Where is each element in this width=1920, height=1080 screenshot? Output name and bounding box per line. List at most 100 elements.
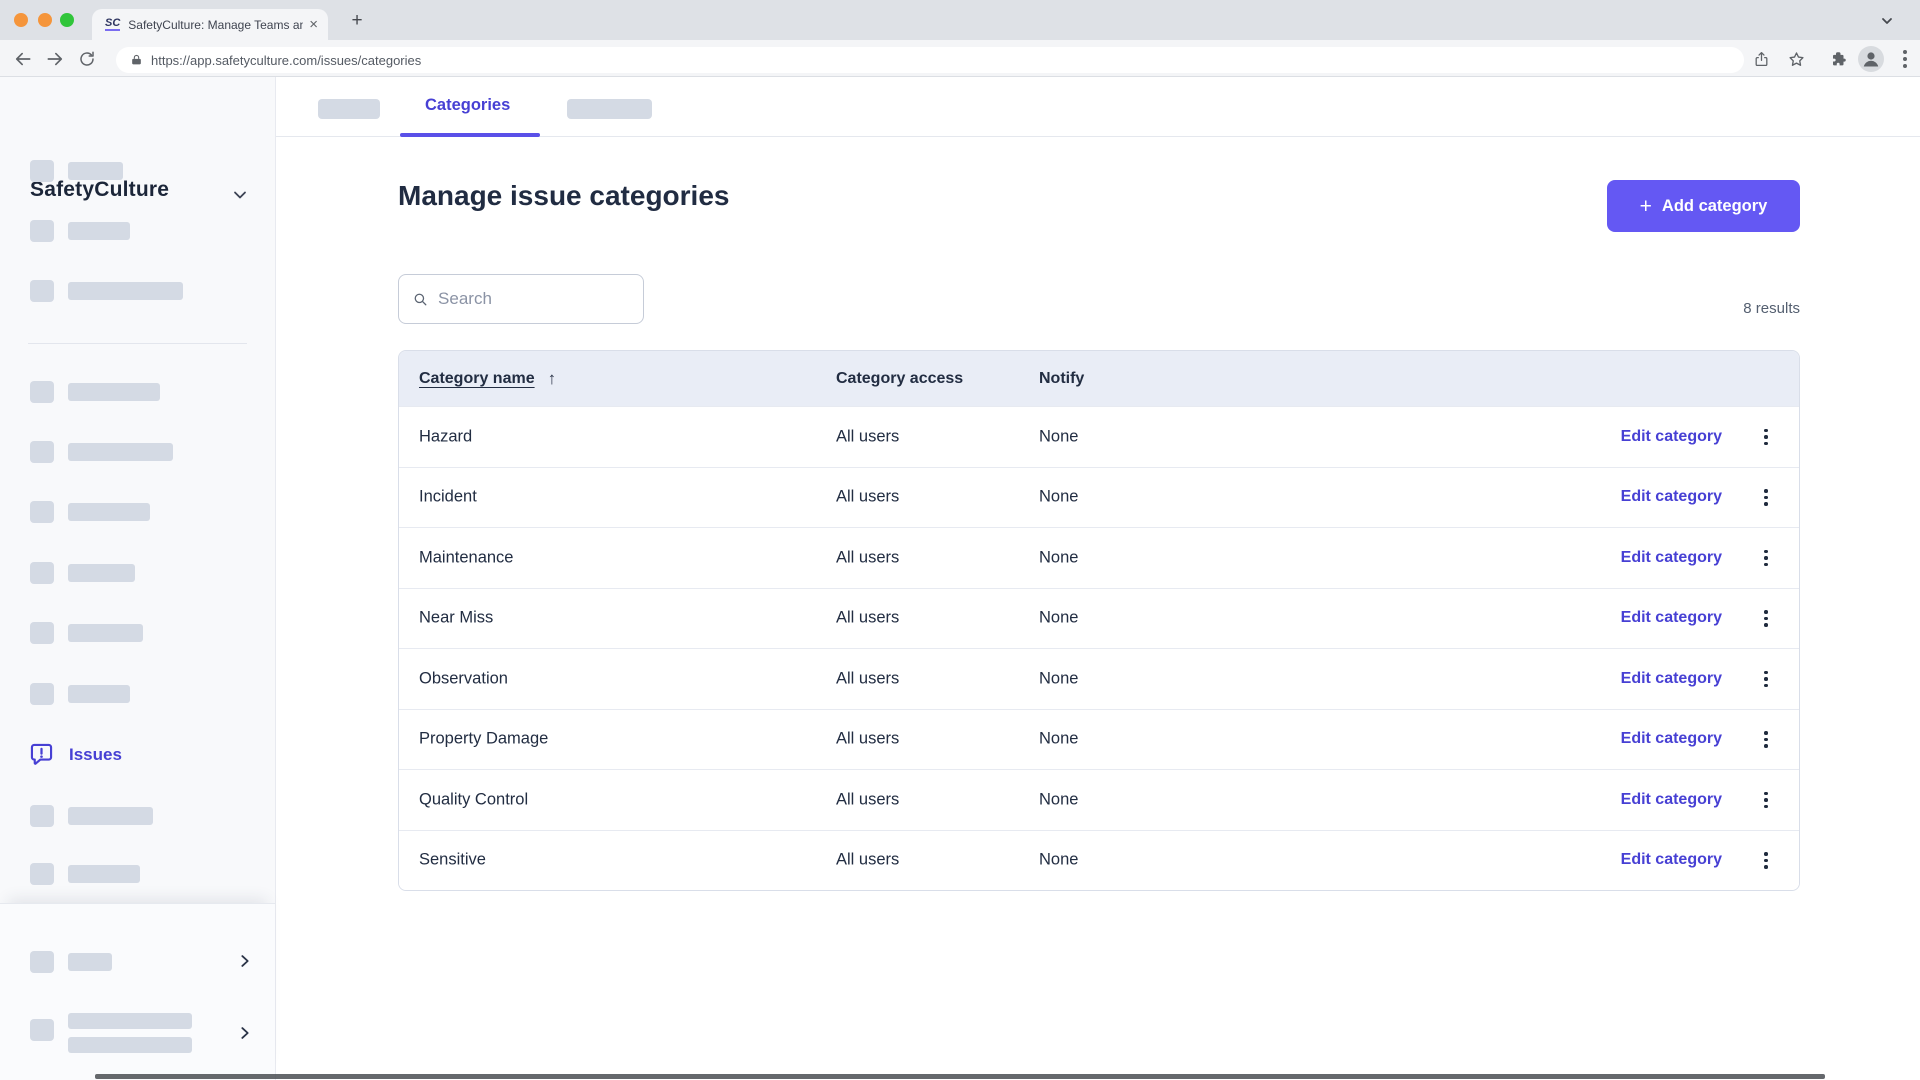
edit-category-link[interactable]: Edit category xyxy=(1621,670,1722,688)
skeleton-label xyxy=(68,383,160,401)
category-name-cell: Property Damage xyxy=(419,730,548,749)
search-input[interactable] xyxy=(438,289,629,309)
sort-ascending-arrow-icon[interactable]: ↑ xyxy=(548,369,557,389)
row-kebab-menu-icon[interactable] xyxy=(1754,483,1778,511)
sidebar: SafetyCulture Iss xyxy=(0,77,276,1080)
forward-icon[interactable] xyxy=(42,46,68,72)
row-kebab-menu-icon[interactable] xyxy=(1754,846,1778,874)
chevron-right-icon[interactable] xyxy=(236,1024,254,1042)
search-icon xyxy=(413,291,428,308)
row-kebab-menu-icon[interactable] xyxy=(1754,665,1778,693)
screen: SC SafetyCulture: Manage Teams and ... ×… xyxy=(0,0,1920,1080)
category-access-cell: All users xyxy=(836,730,899,749)
browser-tab[interactable]: SC SafetyCulture: Manage Teams and ... × xyxy=(92,9,328,40)
share-icon[interactable] xyxy=(1748,46,1774,72)
lock-icon xyxy=(130,53,143,67)
extensions-puzzle-icon[interactable] xyxy=(1826,46,1852,72)
tab-close-icon[interactable]: × xyxy=(309,16,318,33)
skeleton-icon xyxy=(30,220,54,242)
row-kebab-menu-icon[interactable] xyxy=(1754,423,1778,451)
edit-category-link[interactable]: Edit category xyxy=(1621,488,1722,506)
skeleton-label xyxy=(68,503,150,521)
tab-search-chevron-icon[interactable] xyxy=(1876,10,1898,32)
page-title: Manage issue categories xyxy=(398,180,729,212)
edit-category-link[interactable]: Edit category xyxy=(1621,851,1722,869)
bookmark-star-icon[interactable] xyxy=(1783,46,1809,72)
tab-categories[interactable]: Categories xyxy=(425,96,510,115)
row-kebab-menu-icon[interactable] xyxy=(1754,725,1778,753)
skeleton-icon xyxy=(30,381,54,403)
active-tab-underline xyxy=(400,133,540,137)
traffic-light-close-icon[interactable] xyxy=(14,13,28,27)
org-chevron-down-icon[interactable] xyxy=(230,185,250,205)
row-kebab-menu-icon[interactable] xyxy=(1754,544,1778,572)
skeleton-label xyxy=(68,624,143,642)
skeleton-icon xyxy=(30,683,54,705)
skeleton-label xyxy=(68,222,130,240)
table-row: Sensitive All users None Edit category xyxy=(399,830,1799,891)
notify-cell: None xyxy=(1039,851,1078,870)
table-row: Property Damage All users None Edit cate… xyxy=(399,709,1799,770)
category-access-cell: All users xyxy=(836,609,899,628)
skeleton-label xyxy=(68,443,173,461)
skeleton-tab[interactable] xyxy=(318,99,380,119)
row-kebab-menu-icon[interactable] xyxy=(1754,604,1778,632)
category-access-cell: All users xyxy=(836,548,899,567)
skeleton-icon xyxy=(30,501,54,523)
new-tab-button[interactable]: + xyxy=(344,8,370,34)
browser-tab-strip: SC SafetyCulture: Manage Teams and ... ×… xyxy=(0,0,1920,40)
skeleton-icon xyxy=(30,1019,54,1041)
bottom-edge-bar xyxy=(95,1074,1825,1079)
skeleton-label xyxy=(68,1013,192,1029)
table-body: Hazard All users None Edit category Inci… xyxy=(399,406,1799,890)
chevron-right-icon[interactable] xyxy=(236,952,254,970)
notify-cell: None xyxy=(1039,427,1078,446)
table-row: Maintenance All users None Edit category xyxy=(399,527,1799,588)
column-header-category-name[interactable]: Category name ↑ xyxy=(419,369,556,389)
skeleton-icon xyxy=(30,863,54,885)
edit-category-link[interactable]: Edit category xyxy=(1621,730,1722,748)
notify-cell: None xyxy=(1039,488,1078,507)
skeleton-icon xyxy=(30,280,54,302)
search-box[interactable] xyxy=(398,274,644,324)
issues-tab-bar: Categories xyxy=(276,77,1920,137)
column-header-category-access[interactable]: Category access xyxy=(836,370,963,388)
edit-category-link[interactable]: Edit category xyxy=(1621,549,1722,567)
traffic-light-minimize-icon[interactable] xyxy=(38,13,52,27)
add-category-button[interactable]: + Add category xyxy=(1607,180,1800,232)
address-bar[interactable]: https://app.safetyculture.com/issues/cat… xyxy=(116,47,1744,73)
category-name-cell: Quality Control xyxy=(419,790,528,809)
row-kebab-menu-icon[interactable] xyxy=(1754,786,1778,814)
category-name-cell: Hazard xyxy=(419,427,472,446)
column-header-notify[interactable]: Notify xyxy=(1039,370,1084,388)
notify-cell: None xyxy=(1039,730,1078,749)
category-name-cell: Near Miss xyxy=(419,609,493,628)
skeleton-label xyxy=(68,564,135,582)
issues-bubble-icon xyxy=(28,741,55,768)
skeleton-tab[interactable] xyxy=(567,99,652,119)
category-access-cell: All users xyxy=(836,669,899,688)
browser-menu-kebab-icon[interactable] xyxy=(1892,46,1918,72)
categories-table: Category name ↑ Category access Notify H… xyxy=(398,350,1800,891)
edit-category-link[interactable]: Edit category xyxy=(1621,428,1722,446)
category-access-cell: All users xyxy=(836,427,899,446)
notify-cell: None xyxy=(1039,548,1078,567)
skeleton-label xyxy=(68,1037,192,1053)
browser-avatar[interactable] xyxy=(1858,46,1884,72)
edit-category-link[interactable]: Edit category xyxy=(1621,609,1722,627)
skeleton-label xyxy=(68,865,140,883)
skeleton-icon xyxy=(30,562,54,584)
category-name-cell: Maintenance xyxy=(419,548,513,567)
category-access-cell: All users xyxy=(836,488,899,507)
traffic-light-zoom-icon[interactable] xyxy=(60,13,74,27)
sidebar-item-issues[interactable]: Issues xyxy=(28,741,122,768)
reload-icon[interactable] xyxy=(74,46,100,72)
table-row: Observation All users None Edit category xyxy=(399,648,1799,709)
skeleton-label xyxy=(68,953,112,971)
category-access-cell: All users xyxy=(836,790,899,809)
results-count: 8 results xyxy=(1660,300,1800,317)
edit-category-link[interactable]: Edit category xyxy=(1621,791,1722,809)
notify-cell: None xyxy=(1039,609,1078,628)
back-icon[interactable] xyxy=(10,46,36,72)
url-text: https://app.safetyculture.com/issues/cat… xyxy=(151,53,421,68)
